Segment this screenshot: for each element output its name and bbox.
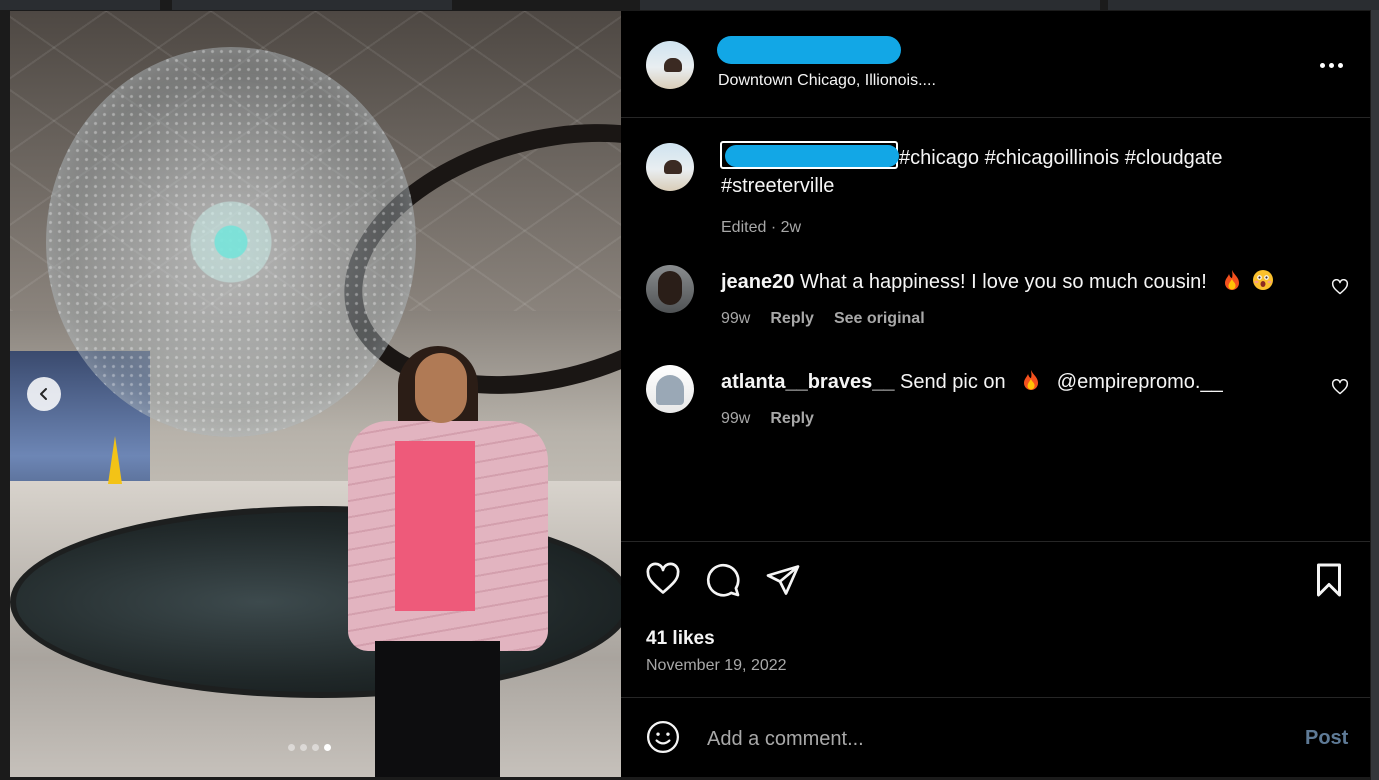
reply-button[interactable]: Reply bbox=[770, 410, 814, 428]
post-details-panel: Downtown Chicago, Illionois.... #chicago… bbox=[621, 11, 1370, 777]
share-icon bbox=[766, 565, 800, 595]
comment-button[interactable] bbox=[705, 562, 741, 603]
redacted-username bbox=[717, 36, 901, 64]
emoji-picker-button[interactable] bbox=[646, 720, 680, 759]
see-original-button[interactable]: See original bbox=[834, 310, 925, 328]
heart-icon bbox=[1331, 378, 1349, 395]
share-button[interactable] bbox=[765, 562, 801, 603]
comment-composer: Post bbox=[621, 697, 1370, 778]
post-photo bbox=[10, 11, 621, 777]
person bbox=[340, 341, 560, 777]
reply-button[interactable]: Reply bbox=[770, 310, 814, 328]
carousel-dot bbox=[300, 744, 307, 751]
mention-link[interactable]: @empirepromo.__ bbox=[1057, 371, 1223, 393]
commenter-avatar[interactable] bbox=[646, 265, 694, 313]
carousel-dot bbox=[288, 744, 295, 751]
comment-username[interactable]: jeane20 bbox=[721, 271, 794, 293]
post-comment-button[interactable]: Post bbox=[1305, 727, 1348, 750]
astonished-face-emoji bbox=[1253, 270, 1274, 290]
post-date: November 19, 2022 bbox=[646, 657, 787, 674]
fire-emoji bbox=[1225, 270, 1240, 290]
previous-slide-button[interactable] bbox=[27, 377, 61, 411]
more-icon bbox=[1319, 62, 1325, 68]
post-location[interactable]: Downtown Chicago, Illionois.... bbox=[718, 72, 936, 90]
comment: jeane20 What a happiness! I love you so … bbox=[621, 265, 1370, 345]
comment-input[interactable] bbox=[705, 722, 1269, 756]
action-bar: 41 likes November 19, 2022 bbox=[621, 541, 1370, 698]
post-modal: Downtown Chicago, Illionois.... #chicago… bbox=[10, 11, 1370, 777]
comment-icon bbox=[706, 563, 740, 597]
heart-icon bbox=[646, 562, 680, 594]
comment-text: What a happiness! I love you so much cou… bbox=[799, 271, 1207, 293]
like-count[interactable]: 41 likes bbox=[646, 628, 715, 650]
comment-age: 99w bbox=[721, 310, 751, 327]
save-button[interactable] bbox=[1313, 562, 1345, 603]
comment-text: Send pic on bbox=[900, 371, 1006, 393]
like-button[interactable] bbox=[645, 562, 681, 601]
comment-age: 99w bbox=[721, 410, 751, 427]
heart-icon bbox=[1331, 278, 1349, 295]
comment-username[interactable]: atlanta__braves__ bbox=[721, 371, 894, 393]
author-avatar[interactable] bbox=[646, 41, 694, 89]
carousel-dot bbox=[312, 744, 319, 751]
author-avatar[interactable] bbox=[646, 143, 694, 191]
comment-like-button[interactable] bbox=[1331, 278, 1349, 300]
emoji-icon bbox=[646, 720, 680, 754]
commenter-avatar[interactable] bbox=[646, 365, 694, 413]
carousel-indicator bbox=[288, 744, 331, 751]
bookmark-icon bbox=[1317, 563, 1341, 597]
caption-hashtags[interactable]: #chicago #chicagoillinois #cloudgate #st… bbox=[721, 147, 1223, 197]
comment-like-button[interactable] bbox=[1331, 378, 1349, 400]
more-options-button[interactable] bbox=[1316, 53, 1346, 77]
comment: atlanta__braves__ Send pic on @empirepro… bbox=[621, 365, 1370, 445]
carousel-dot-active bbox=[324, 744, 331, 751]
chevron-left-icon bbox=[40, 388, 47, 400]
post-header: Downtown Chicago, Illionois.... bbox=[621, 11, 1370, 118]
caption-meta: Edited · 2w bbox=[721, 219, 802, 236]
fire-emoji bbox=[1024, 370, 1039, 390]
